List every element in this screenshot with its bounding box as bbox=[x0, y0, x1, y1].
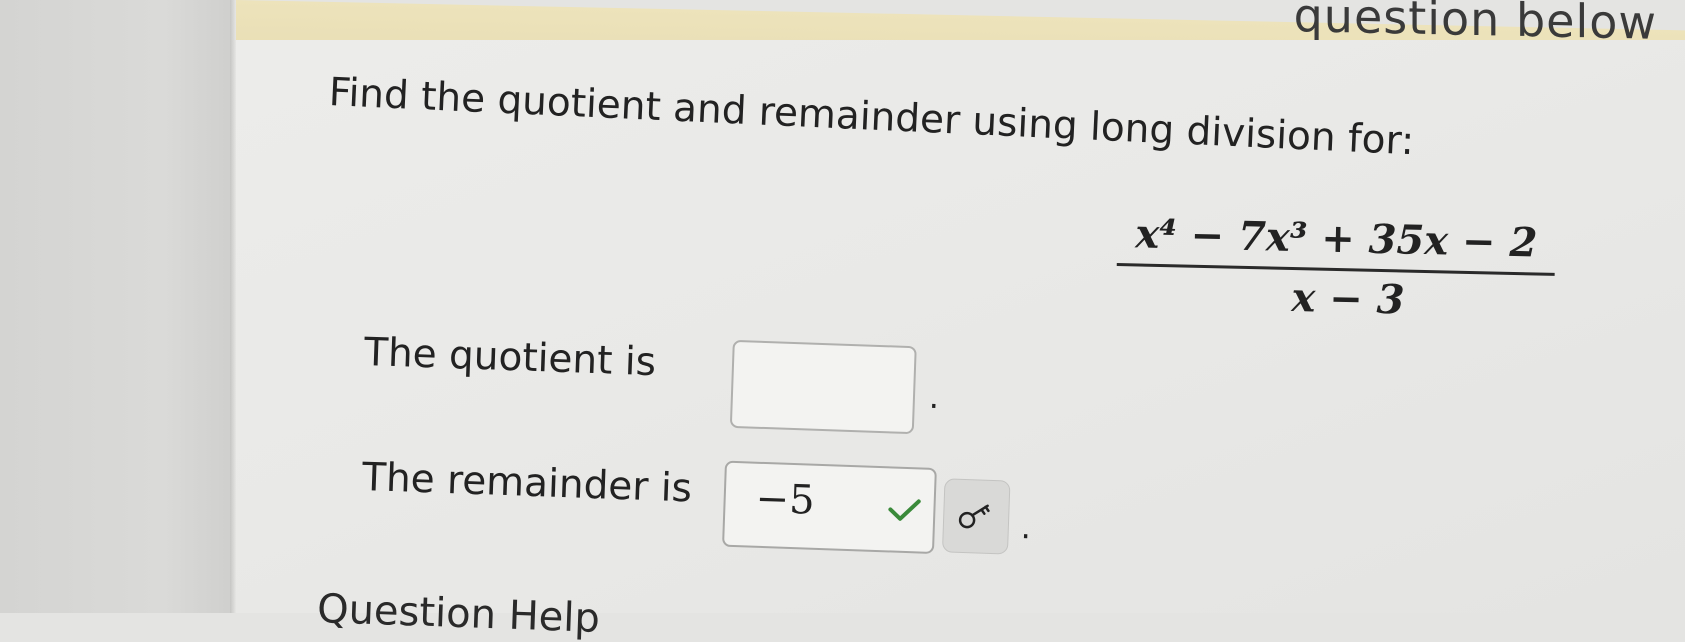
left-panel bbox=[0, 0, 234, 613]
remainder-input[interactable]: −5 bbox=[722, 460, 937, 554]
fraction-denominator: x − 3 bbox=[1290, 273, 1406, 324]
key-icon bbox=[958, 504, 990, 529]
division-fraction: x⁴ − 7x³ + 35x − 2 x − 3 bbox=[1116, 210, 1556, 327]
check-icon bbox=[888, 499, 921, 521]
hint-button[interactable] bbox=[941, 478, 1011, 555]
fraction-numerator: x⁴ − 7x³ + 35x − 2 bbox=[1134, 210, 1538, 267]
quotient-input[interactable] bbox=[729, 339, 917, 435]
quotient-period: . bbox=[928, 377, 940, 417]
question-help-link[interactable]: Question Help bbox=[316, 586, 600, 642]
remainder-period: . bbox=[1020, 508, 1032, 547]
remainder-value: −5 bbox=[754, 475, 816, 524]
